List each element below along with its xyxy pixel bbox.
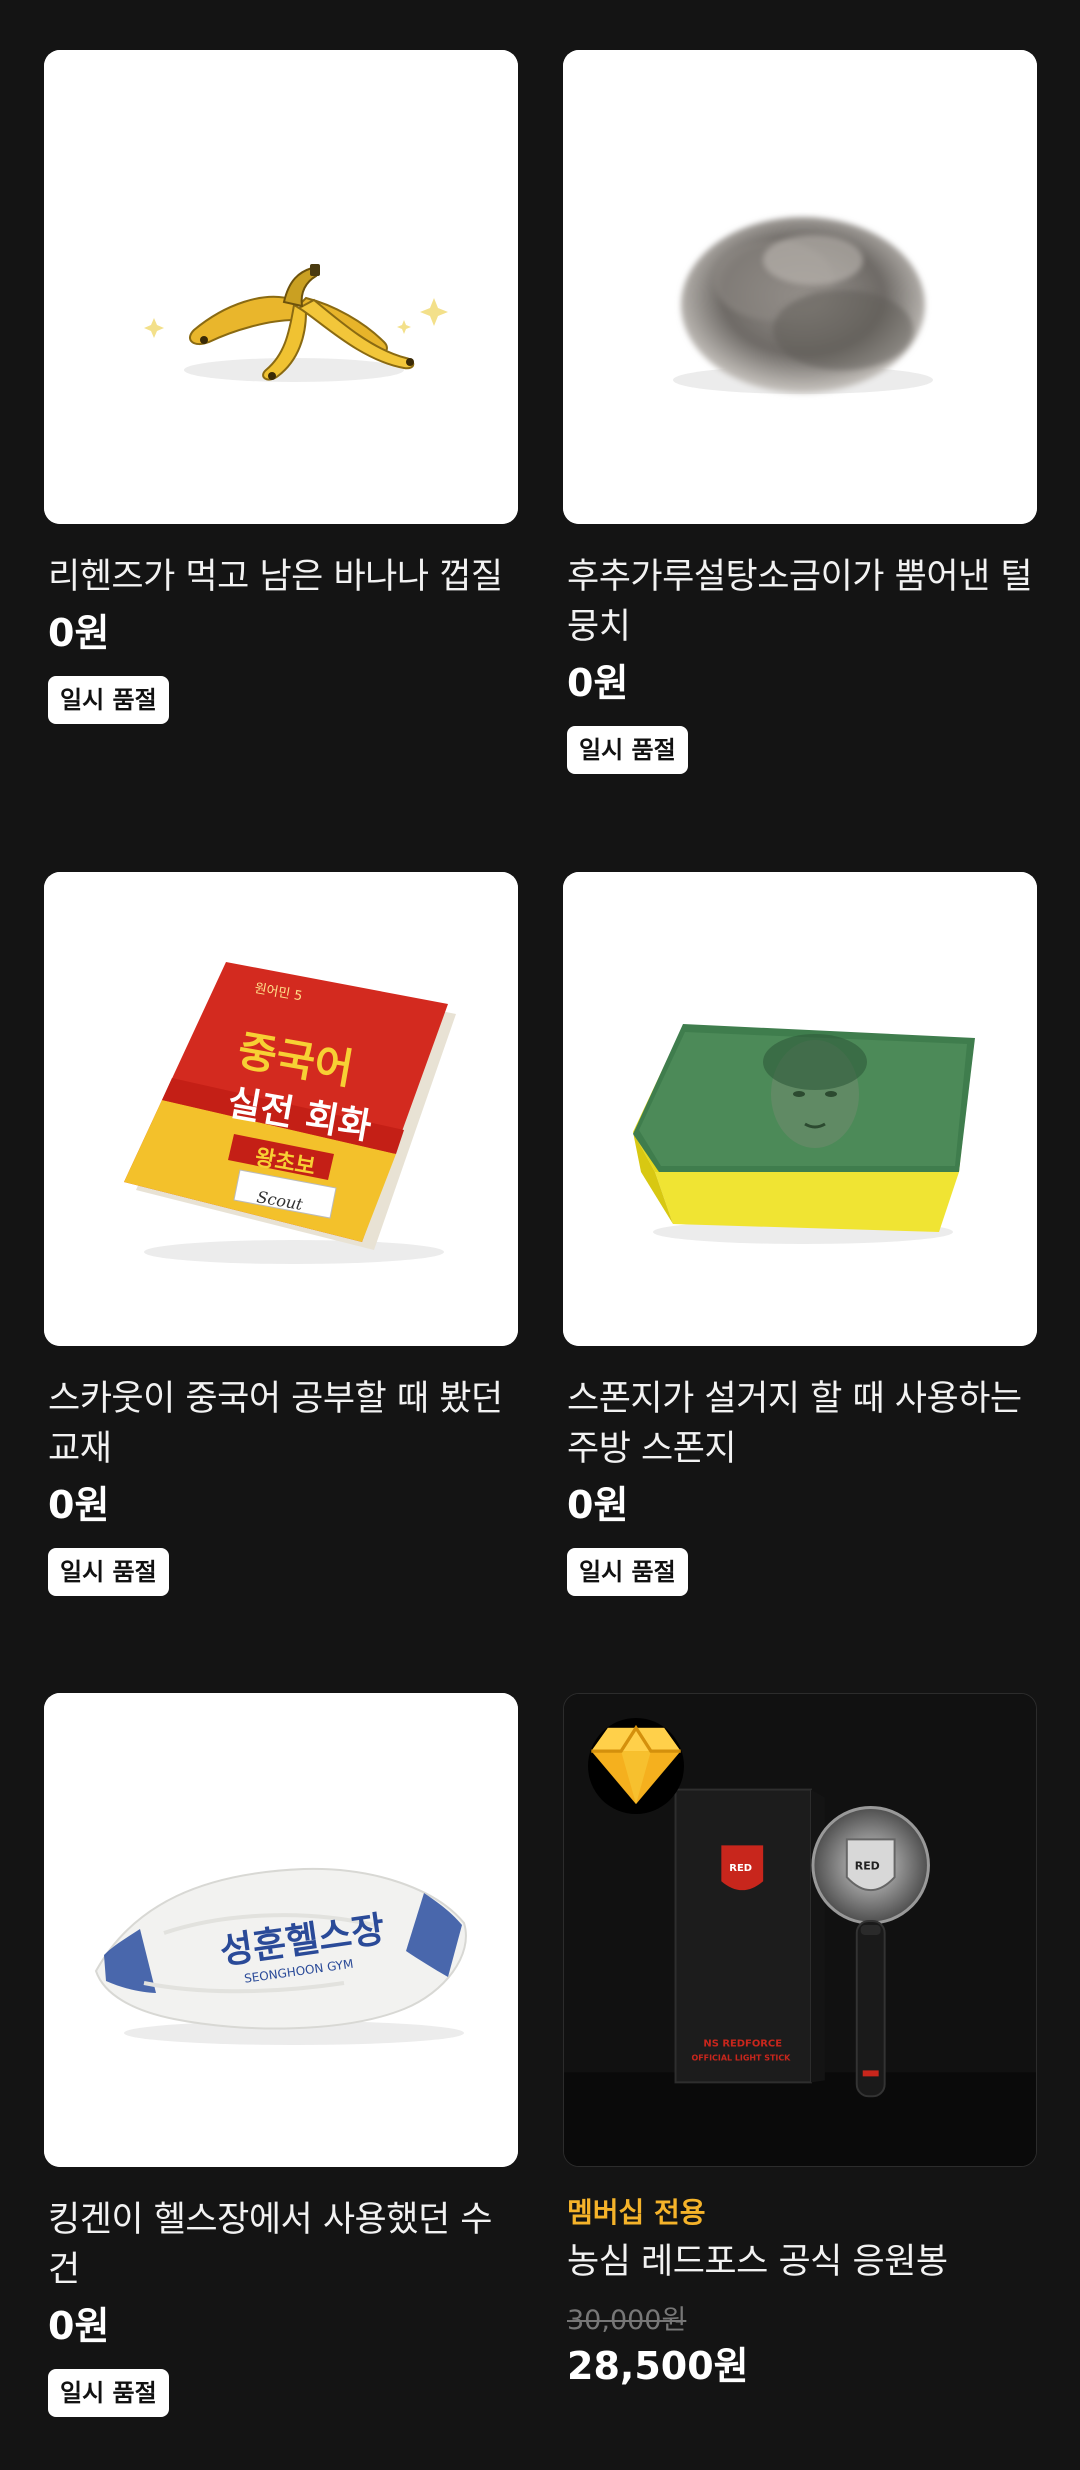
product-price: 0원 [567, 661, 629, 705]
sold-out-badge: 일시 품절 [48, 1548, 169, 1596]
sold-out-badge: 일시 품절 [567, 726, 688, 774]
product-price: 0원 [567, 1483, 629, 1527]
product-price: 0원 [48, 2304, 110, 2348]
product-card[interactable]: 후추가루설탕소금이가 뿜어낸 털 뭉치 0원 일시 품절 [563, 50, 1037, 774]
product-price: 0원 [48, 1483, 110, 1527]
box-line1-text: NS REDFORCE [703, 2039, 782, 2050]
product-title[interactable]: 농심 레드포스 공식 응원봉 [563, 2237, 1037, 2287]
sold-out-badge: 일시 품절 [48, 676, 169, 724]
product-image-lightstick[interactable]: RED NS REDFORCE OFFICIAL LIGHT STICK RED [563, 1693, 1037, 2167]
sold-out-badge: 일시 품절 [567, 1548, 688, 1596]
product-price: 0원 [48, 611, 110, 655]
stick-logo-text: RED [855, 1859, 880, 1872]
product-title[interactable]: 킹겐이 헬스장에서 사용했던 수건 [44, 2195, 518, 2295]
original-price: 30,000원 [567, 2305, 687, 2336]
membership-only-label: 멤버십 전용 [567, 2196, 706, 2229]
product-card[interactable]: 원어민 5 중국어 실전 회화 왕초보 Scout 스카웃이 중국어 공부할 때… [44, 872, 518, 1596]
box-logo-text: RED [729, 1863, 752, 1874]
product-title[interactable]: 후추가루설탕소금이가 뿜어낸 털 뭉치 [563, 552, 1037, 652]
product-image-gym-towel[interactable]: 성훈헬스장 SEONGHOON GYM [44, 1693, 518, 2167]
product-image-banana-peel[interactable] [44, 50, 518, 524]
product-card[interactable]: 리헨즈가 먹고 남은 바나나 껍질 0원 일시 품절 [44, 50, 518, 724]
product-image-kitchen-sponge[interactable] [563, 872, 1037, 1346]
product-card[interactable]: 성훈헬스장 SEONGHOON GYM 킹겐이 헬스장에서 사용했던 수건 0원… [44, 1693, 518, 2417]
product-title[interactable]: 스폰지가 설거지 할 때 사용하는 주방 스폰지 [563, 1374, 1037, 1474]
product-card[interactable]: 스폰지가 설거지 할 때 사용하는 주방 스폰지 0원 일시 품절 [563, 872, 1037, 1596]
product-title[interactable]: 스카웃이 중국어 공부할 때 봤던 교재 [44, 1374, 518, 1474]
sold-out-badge: 일시 품절 [48, 2369, 169, 2417]
diamond-icon [591, 1724, 681, 1805]
product-title[interactable]: 리헨즈가 먹고 남은 바나나 껍질 [44, 552, 518, 602]
product-price: 28,500원 [567, 2344, 749, 2388]
product-image-fur-ball[interactable] [563, 50, 1037, 524]
product-image-chinese-textbook[interactable]: 원어민 5 중국어 실전 회화 왕초보 Scout [44, 872, 518, 1346]
product-grid: 리헨즈가 먹고 남은 바나나 껍질 0원 일시 품절 후추가루설탕소금이가 뿜어… [0, 0, 1080, 2470]
product-card[interactable]: RED NS REDFORCE OFFICIAL LIGHT STICK RED [563, 1693, 1037, 2391]
membership-badge [588, 1718, 684, 1814]
box-line2-text: OFFICIAL LIGHT STICK [691, 2053, 791, 2062]
